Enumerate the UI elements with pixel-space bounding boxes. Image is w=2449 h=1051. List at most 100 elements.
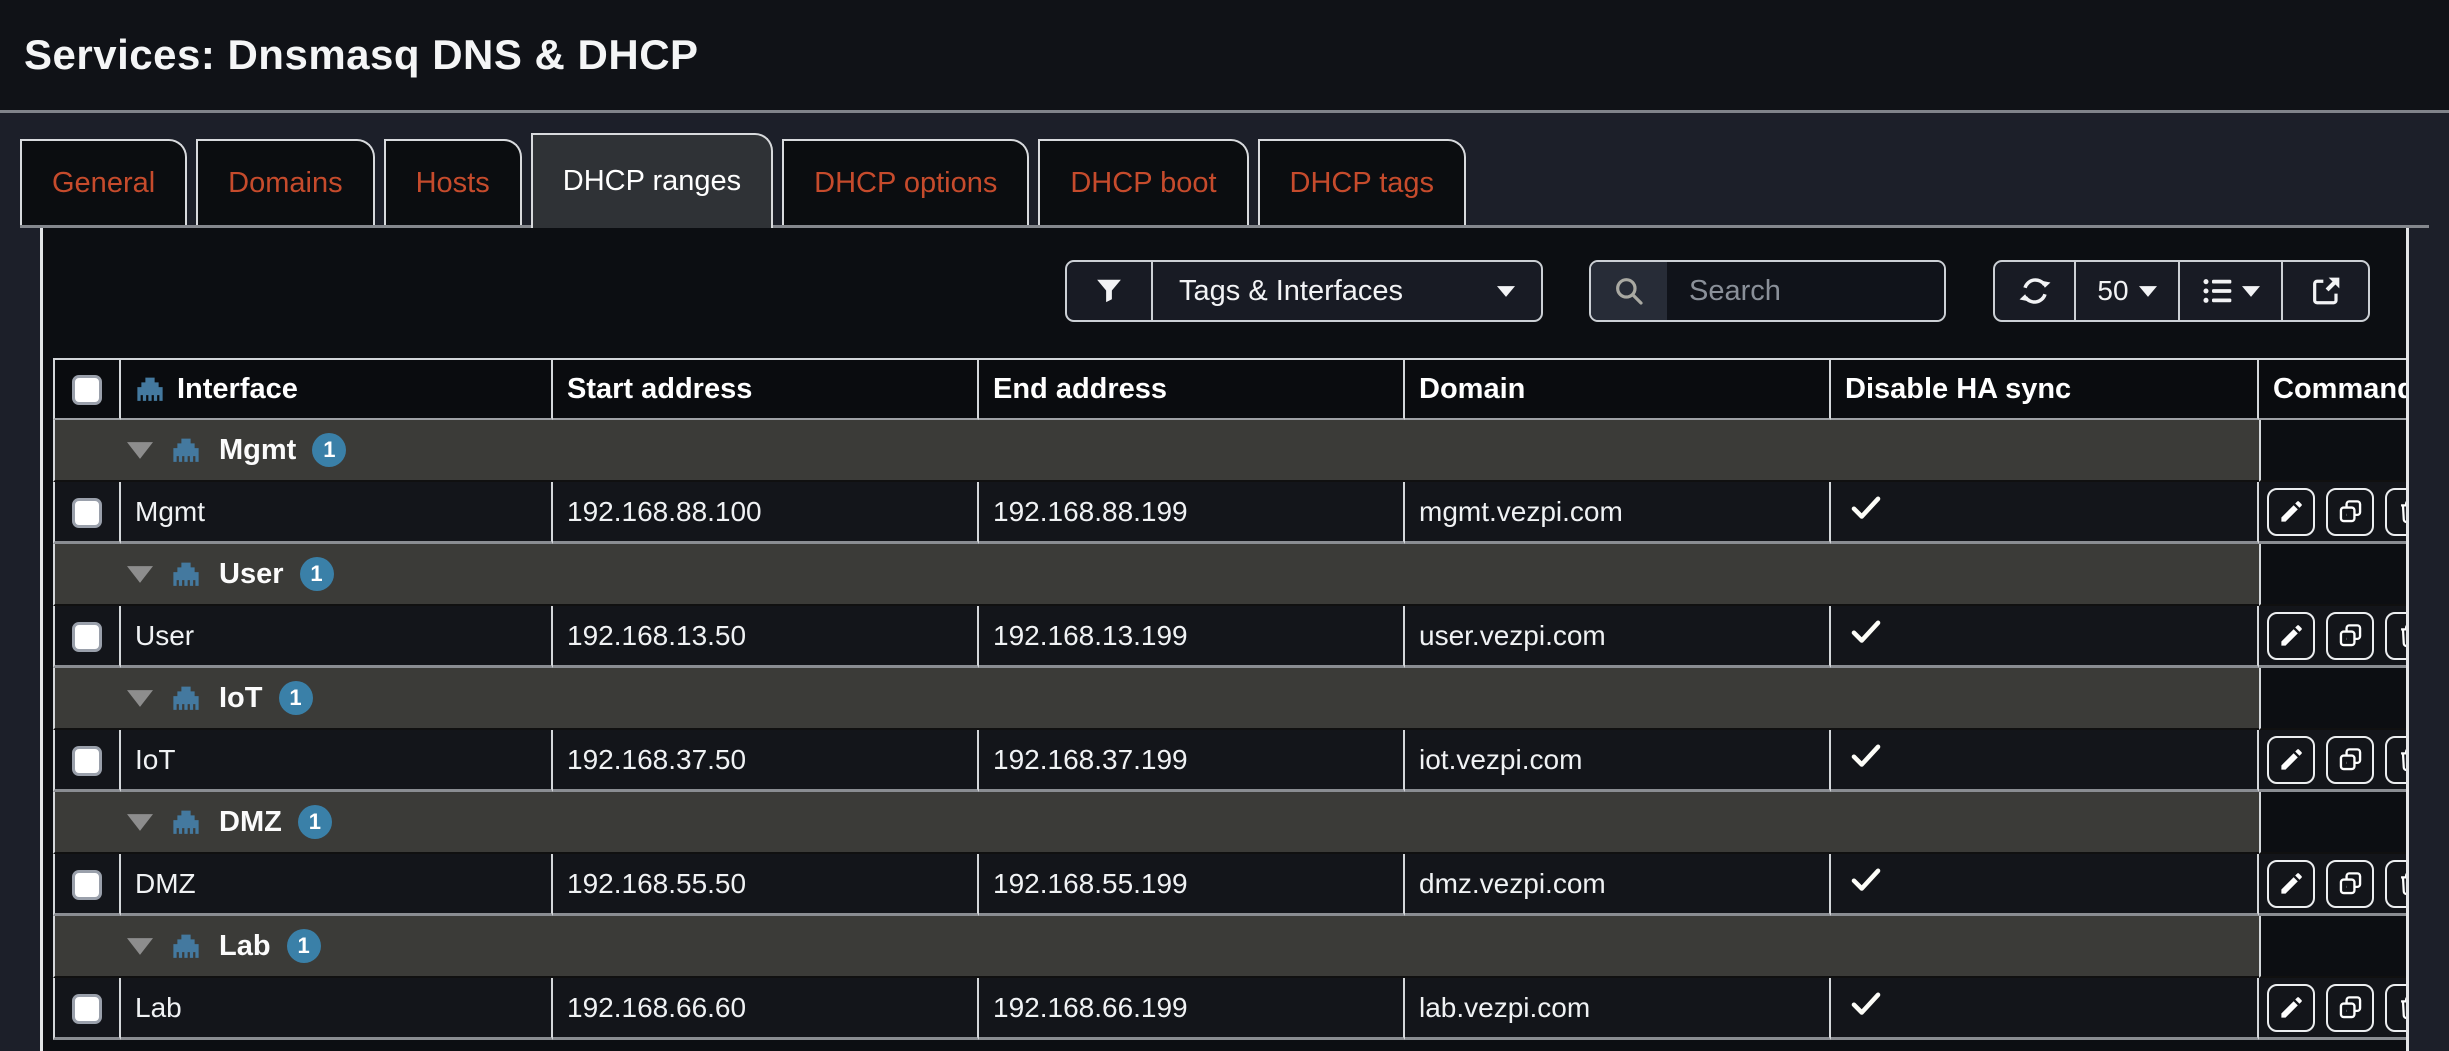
clone-button[interactable] [2326,736,2374,784]
filter-dropdown-label: Tags & Interfaces [1179,275,1403,308]
chevron-down-icon [1497,286,1515,297]
edit-button[interactable] [2267,736,2315,784]
delete-icon [2396,746,2410,773]
edit-button[interactable] [2267,860,2315,908]
page-size-dropdown[interactable]: 50 [2074,262,2178,320]
end-address-cell: 192.168.88.199 [979,482,1405,544]
column-header-end-address[interactable]: End address [979,358,1405,420]
collapse-group-icon[interactable] [127,442,153,459]
table-row-lab: Lab192.168.66.60192.168.66.199lab.vezpi.… [53,978,2409,1040]
refresh-button[interactable] [1995,262,2074,320]
column-header-interface[interactable]: Interface [121,358,553,420]
table-row-mgmt: Mgmt192.168.88.100192.168.88.199mgmt.vez… [53,482,2409,544]
end-address-cell: 192.168.13.199 [979,606,1405,668]
edit-icon [2278,498,2305,525]
chevron-down-icon [2242,286,2260,297]
grid-actions: 50 [1993,260,2370,322]
end-address-cell: 192.168.37.199 [979,730,1405,792]
tab-general[interactable]: General [20,139,187,225]
collapse-group-icon[interactable] [127,814,153,831]
column-header-start-address[interactable]: Start address [553,358,979,420]
group-count-badge: 1 [279,681,313,715]
clone-button[interactable] [2326,984,2374,1032]
filter-dropdown[interactable]: Tags & Interfaces [1065,260,1543,322]
clone-icon [2337,870,2364,897]
export-button[interactable] [2281,262,2368,320]
start-address-cell: 192.168.66.60 [553,978,979,1040]
check-icon [1849,615,1883,649]
ethernet-icon [171,683,201,713]
start-address-cell: 192.168.88.100 [553,482,979,544]
group-commands-cell [2259,420,2409,482]
delete-button[interactable] [2385,860,2409,908]
column-header-commands: Commands [2259,358,2409,420]
select-all-checkbox[interactable] [72,375,102,405]
clone-button[interactable] [2326,488,2374,536]
collapse-group-icon[interactable] [127,690,153,707]
tab-dhcp-ranges[interactable]: DHCP ranges [531,133,773,228]
group-name: DMZ [219,806,282,839]
tab-dhcp-boot[interactable]: DHCP boot [1038,139,1248,225]
disable-ha-sync-cell [1831,978,2259,1040]
tab-domains[interactable]: Domains [196,139,374,225]
interface-cell: Mgmt [121,482,553,544]
ethernet-icon [171,559,201,589]
edit-button[interactable] [2267,612,2315,660]
tab-dhcp-options[interactable]: DHCP options [782,139,1029,225]
search-input[interactable] [1667,262,1944,320]
interface-cell: IoT [121,730,553,792]
row-select-checkbox[interactable] [72,994,102,1024]
interface-cell: Lab [121,978,553,1040]
disable-ha-sync-cell [1831,730,2259,792]
group-count-badge: 1 [300,557,334,591]
group-row-user: User1 [53,544,2409,606]
group-row-mgmt: Mgmt1 [53,420,2409,482]
edit-button[interactable] [2267,488,2315,536]
column-selection-dropdown[interactable] [2178,262,2281,320]
collapse-group-icon[interactable] [127,566,153,583]
clone-button[interactable] [2326,612,2374,660]
delete-button[interactable] [2385,488,2409,536]
group-header-cell: User1 [53,544,2259,606]
row-select-checkbox[interactable] [72,746,102,776]
filter-icon-segment[interactable] [1067,262,1151,320]
delete-button[interactable] [2385,736,2409,784]
clone-icon [2337,622,2364,649]
tab-dhcp-tags[interactable]: DHCP tags [1258,139,1467,225]
edit-icon [2278,994,2305,1021]
group-commands-cell [2259,668,2409,730]
end-address-cell: 192.168.66.199 [979,978,1405,1040]
chevron-down-icon [2139,286,2157,297]
disable-ha-sync-cell [1831,606,2259,668]
list-icon [2202,275,2234,307]
filter-icon [1094,276,1124,306]
edit-icon [2278,622,2305,649]
check-icon [1849,739,1883,773]
domain-cell: user.vezpi.com [1405,606,1831,668]
domain-cell: mgmt.vezpi.com [1405,482,1831,544]
search-button[interactable] [1591,262,1667,320]
title-bar: Services: Dnsmasq DNS & DHCP [0,0,2449,113]
end-address-cell: 192.168.55.199 [979,854,1405,916]
filter-dropdown-toggle[interactable]: Tags & Interfaces [1151,262,1541,320]
edit-icon [2278,746,2305,773]
collapse-group-icon[interactable] [127,938,153,955]
row-select-checkbox[interactable] [72,498,102,528]
edit-button[interactable] [2267,984,2315,1032]
table-body: Mgmt1Mgmt192.168.88.100192.168.88.199mgm… [53,420,2409,1040]
delete-button[interactable] [2385,612,2409,660]
export-icon [2310,275,2342,307]
column-header-domain[interactable]: Domain [1405,358,1831,420]
tab-hosts[interactable]: Hosts [384,139,522,225]
group-commands-cell [2259,916,2409,978]
column-header-disable-ha-sync[interactable]: Disable HA sync [1831,358,2259,420]
clone-button[interactable] [2326,860,2374,908]
delete-button[interactable] [2385,984,2409,1032]
group-name: Mgmt [219,434,296,467]
ethernet-icon [171,435,201,465]
group-row-dmz: DMZ1 [53,792,2409,854]
row-select-checkbox[interactable] [72,622,102,652]
row-select-checkbox[interactable] [72,870,102,900]
table-header-row: Interface Start address End address Doma… [53,358,2409,420]
refresh-icon [2019,275,2051,307]
